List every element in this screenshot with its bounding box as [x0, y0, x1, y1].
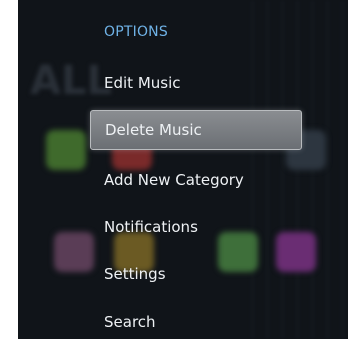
- menu-header: OPTIONS: [104, 24, 168, 40]
- menu-item-search[interactable]: Search: [90, 302, 302, 339]
- background-app-tile: [46, 130, 86, 170]
- menu-item-delete-music[interactable]: Delete Music: [90, 110, 302, 150]
- tv-screen: ALL OPTIONS Edit Music Delete Music Add …: [18, 0, 348, 339]
- menu-item-settings[interactable]: Settings: [90, 254, 302, 294]
- menu-item-label: Edit Music: [104, 74, 181, 92]
- background-app-tile: [54, 232, 94, 272]
- menu-item-label: Add New Category: [104, 171, 244, 189]
- menu-item-label: Settings: [104, 265, 166, 283]
- menu-item-notifications[interactable]: Notifications: [90, 207, 302, 247]
- menu-item-label: Delete Music: [105, 121, 202, 139]
- menu-item-add-new-category[interactable]: Add New Category: [90, 160, 302, 200]
- menu-item-label: Search: [104, 313, 156, 331]
- options-menu: OPTIONS Edit Music Delete Music Add New …: [90, 0, 330, 339]
- menu-item-label: Notifications: [104, 218, 198, 236]
- menu-item-edit-music[interactable]: Edit Music: [90, 63, 302, 103]
